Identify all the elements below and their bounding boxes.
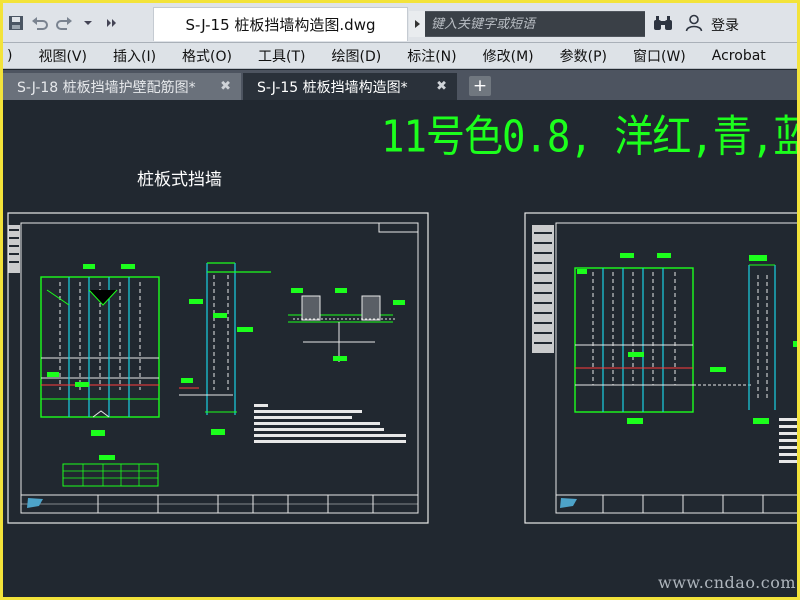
menu-item-insert[interactable]: 插入(I) (100, 46, 169, 66)
menu-item-view[interactable]: 视图(V) (25, 46, 100, 66)
user-icon[interactable] (685, 14, 703, 32)
drawing-section-title: 桩板式挡墙 (137, 170, 222, 190)
menu-item-partial[interactable]: ) (3, 48, 25, 64)
redo-icon[interactable] (55, 14, 73, 32)
tab-label: S-J-15 桩板挡墙构造图* (257, 79, 408, 96)
save-icon[interactable] (7, 14, 25, 32)
login-button[interactable]: 登录 (711, 15, 739, 35)
tab-s-j-18[interactable]: S-J-18 桩板挡墙护壁配筋图* ✖ (3, 73, 241, 100)
overflow-icon[interactable] (103, 14, 121, 32)
search-expand-icon[interactable] (409, 11, 425, 37)
close-icon[interactable]: ✖ (436, 79, 447, 94)
drawing-canvas[interactable]: 11号色0.8, 洋红,青,蓝 桩板式挡墙 www.cndao.com (3, 100, 800, 597)
watermark: www.cndao.com (658, 573, 797, 592)
menu-item-dimension[interactable]: 标注(N) (394, 46, 469, 66)
menu-item-draw[interactable]: 绘图(D) (318, 46, 394, 66)
sheet-left (7, 212, 429, 524)
binoculars-icon[interactable] (653, 15, 673, 35)
menu-item-window[interactable]: 窗口(W) (620, 46, 699, 66)
quick-access-toolbar (3, 9, 153, 37)
color-note-text: 11号色0.8, 洋红,青,蓝 (381, 112, 800, 163)
menu-item-acrobat[interactable]: Acrobat (699, 48, 779, 64)
search-box (409, 11, 645, 37)
menu-item-parametric[interactable]: 参数(P) (547, 46, 620, 66)
document-tab-bar: S-J-18 桩板挡墙护壁配筋图* ✖ S-J-15 桩板挡墙构造图* ✖ (3, 70, 797, 100)
document-title: S-J-15 桩板挡墙构造图.dwg (153, 7, 408, 41)
menu-item-modify[interactable]: 修改(M) (470, 46, 547, 66)
sheet-right (524, 212, 797, 524)
close-icon[interactable]: ✖ (220, 79, 231, 94)
search-input[interactable] (425, 12, 645, 36)
cad-drawing (7, 212, 797, 524)
dropdown-icon[interactable] (79, 14, 97, 32)
menu-bar: ) 视图(V) 插入(I) 格式(O) 工具(T) 绘图(D) 标注(N) 修改… (3, 43, 797, 69)
title-bar: S-J-15 桩板挡墙构造图.dwg 登录 (3, 3, 797, 43)
undo-icon[interactable] (31, 14, 49, 32)
app-window: S-J-15 桩板挡墙构造图.dwg 登录 ) 视图(V) 插入(I) 格式(O… (0, 0, 800, 600)
plus-icon[interactable]: + (469, 76, 491, 96)
menu-item-tools[interactable]: 工具(T) (245, 46, 318, 66)
tab-s-j-15[interactable]: S-J-15 桩板挡墙构造图* ✖ (243, 73, 457, 100)
tab-label: S-J-18 桩板挡墙护壁配筋图* (17, 79, 196, 96)
menu-item-format[interactable]: 格式(O) (169, 46, 245, 66)
